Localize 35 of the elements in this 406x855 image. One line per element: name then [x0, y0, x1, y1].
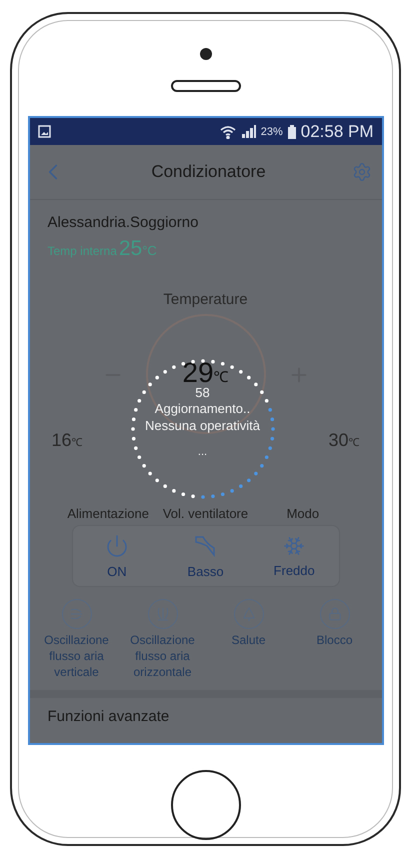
settings-icon[interactable]: [352, 162, 372, 182]
camera-icon: [200, 48, 212, 60]
loading-message: Aggiornamento..: [154, 400, 250, 416]
temp-unit: ℃: [72, 436, 83, 449]
fan-speed-icon: [193, 534, 218, 558]
speaker-slot: [170, 80, 240, 92]
temperature-title: Temperature: [163, 291, 248, 308]
control-value[interactable]: ON: [107, 564, 127, 578]
control-label: Alimentazione: [66, 506, 150, 521]
function-label: Oscillazione flusso aria verticale: [43, 632, 110, 680]
control-label: Modo: [286, 506, 320, 521]
signal-icon: [240, 125, 256, 138]
home-button[interactable]: [170, 770, 240, 840]
room-name: Alessandria.Soggiorno: [48, 214, 200, 231]
loading-dots: ...: [198, 446, 208, 458]
wifi-icon: [220, 124, 236, 138]
temp-unit: ℃: [214, 368, 229, 386]
clock-time: 02:58 PM: [300, 122, 374, 142]
section-title: Funzioni avanzate: [46, 707, 170, 727]
max-temperature: 30: [328, 430, 348, 451]
snowflake-icon: [283, 534, 306, 556]
control-label: Vol. ventilatore: [162, 506, 250, 521]
min-temperature: 16: [52, 430, 72, 451]
power-icon: [104, 534, 129, 558]
battery-percent: 23%: [260, 126, 283, 138]
image-icon: [38, 125, 50, 138]
loading-message: Nessuna operatività: [145, 416, 260, 434]
function-label: Blocco: [315, 632, 354, 648]
screen-title: Condizionatore: [150, 162, 267, 182]
function-label: Oscillazione flusso aria orizzontale: [129, 632, 196, 680]
control-value[interactable]: Basso: [187, 564, 224, 578]
battery-icon: [288, 124, 296, 138]
temp-unit: ℃: [348, 436, 360, 449]
control-value[interactable]: Freddo: [274, 562, 315, 578]
function-label: Salute: [230, 632, 267, 648]
